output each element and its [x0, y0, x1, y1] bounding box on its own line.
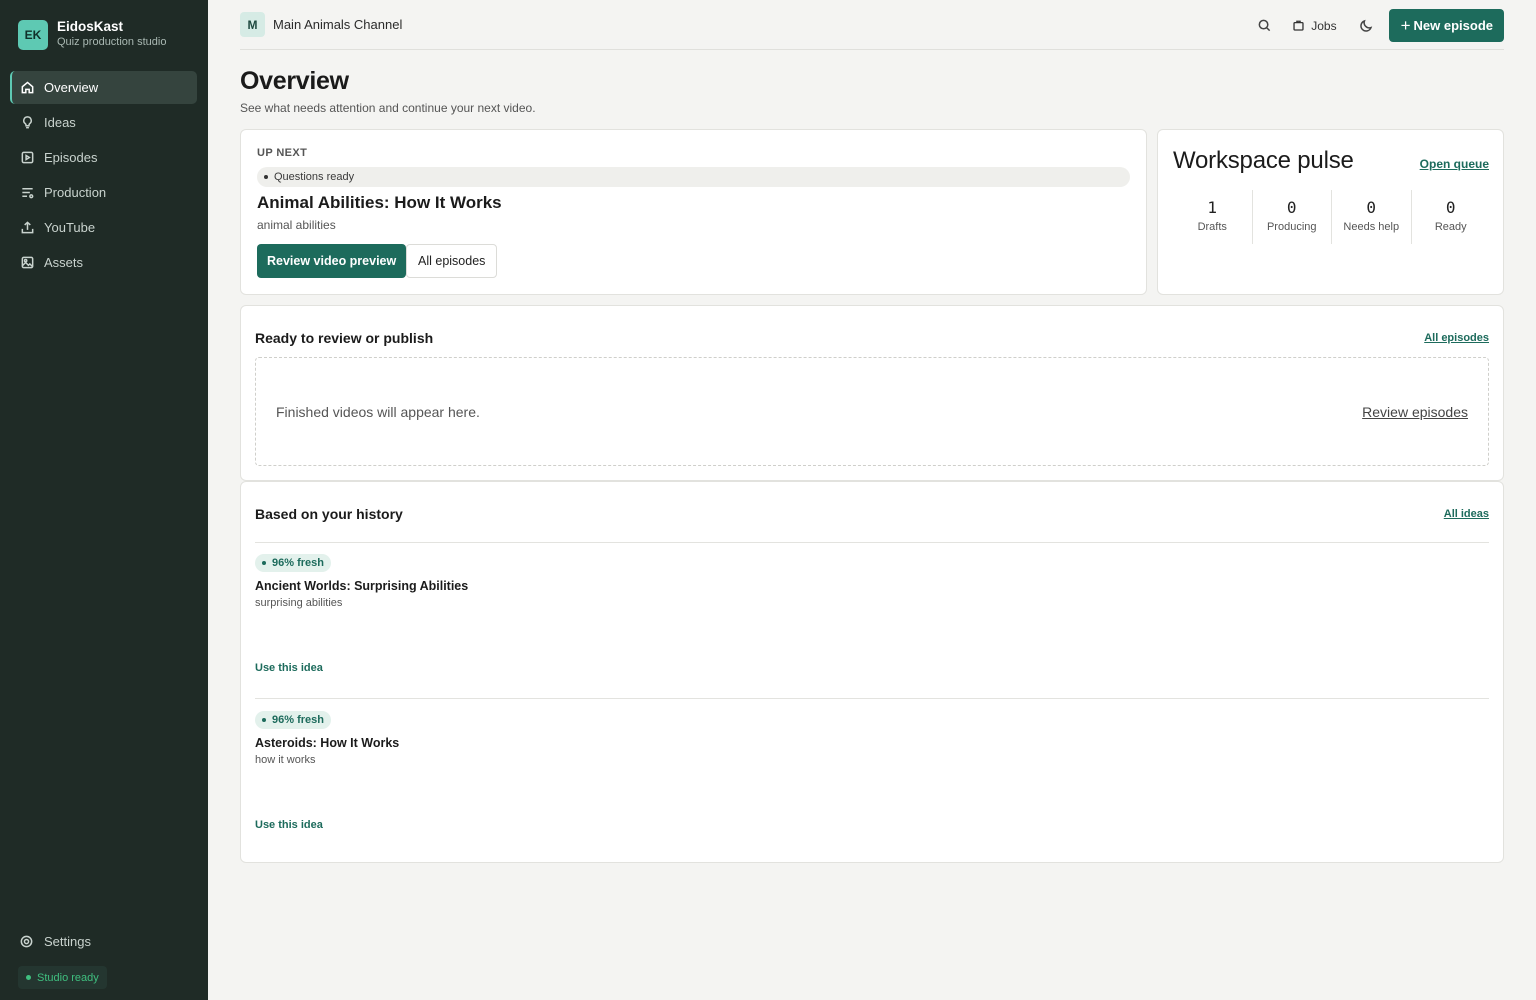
sidebar-item-production[interactable]: Production [10, 176, 197, 209]
fresh-badge: 96% fresh [255, 554, 331, 572]
gear-icon [20, 935, 33, 948]
fresh-badge: 96% fresh [255, 711, 331, 729]
list-icon [19, 185, 35, 201]
plus-icon: + [1400, 16, 1411, 35]
idea-item: 96% fresh Ancient Worlds: Surprising Abi… [255, 554, 1489, 704]
workspace-pulse-title: Workspace pulse [1173, 147, 1354, 174]
settings-label: Settings [44, 934, 91, 949]
fresh-label: 96% fresh [272, 557, 324, 569]
sidebar-item-overview[interactable]: Overview [10, 71, 197, 104]
up-next-title: Animal Abilities: How It Works [257, 193, 502, 212]
sidebar-item-label: YouTube [44, 220, 96, 235]
stat-value: 0 [1286, 198, 1297, 217]
sidebar-item-ideas[interactable]: Ideas [10, 106, 197, 139]
jobs-label: Jobs [1311, 18, 1337, 33]
divider [255, 542, 1489, 543]
sidebar: EK EidosKast Quiz production studio Over… [0, 0, 208, 1000]
review-video-preview-button[interactable]: Review video preview [257, 244, 407, 278]
pulse-stats: 1 Drafts 0 Producing 0 Needs help 0 Read… [1173, 190, 1490, 244]
channel-name: Main Animals Channel [273, 17, 403, 32]
stat-label: Needs help [1343, 221, 1400, 233]
play-square-icon [19, 150, 35, 166]
stat-value: 0 [1366, 198, 1377, 217]
idea-item: 96% fresh Asteroids: How It Works how it… [255, 711, 1489, 861]
fresh-dot-icon [262, 718, 266, 722]
sidebar-item-youtube[interactable]: YouTube [10, 211, 197, 244]
sidebar-item-label: Ideas [44, 115, 76, 130]
idea-topic: how it works [255, 754, 316, 766]
all-ideas-link[interactable]: All ideas [1444, 508, 1489, 520]
stat-label: Drafts [1197, 221, 1227, 233]
stat-value: 0 [1445, 198, 1456, 217]
studio-status-label: Studio ready [37, 971, 99, 984]
status-label: Questions ready [274, 171, 355, 183]
channel-avatar: M [240, 12, 265, 37]
sidebar-item-episodes[interactable]: Episodes [10, 141, 197, 174]
briefcase-icon [1293, 20, 1304, 31]
sidebar-item-assets[interactable]: Assets [10, 246, 197, 279]
studio-status-badge: Studio ready [18, 966, 107, 989]
stat-producing[interactable]: 0 Producing [1251, 190, 1332, 244]
lightbulb-icon [19, 115, 35, 131]
channel-switcher[interactable]: M Main Animals Channel [240, 12, 402, 37]
workspace-pulse-card: Workspace pulse Open queue 1 Drafts 0 Pr… [1157, 129, 1504, 295]
up-next-label: UP NEXT [257, 147, 308, 159]
brand-subtitle: Quiz production studio [57, 36, 167, 48]
history-ideas-card: Based on your history All ideas 96% fres… [240, 481, 1504, 863]
fresh-label: 96% fresh [272, 714, 324, 726]
stat-drafts[interactable]: 1 Drafts [1173, 190, 1252, 244]
ready-to-review-card: Ready to review or publish All episodes … [240, 305, 1504, 481]
idea-topic: surprising abilities [255, 597, 343, 609]
jobs-button[interactable]: Jobs [1292, 18, 1337, 33]
stat-ready[interactable]: 0 Ready [1410, 190, 1491, 244]
brand[interactable]: EK EidosKast Quiz production studio [18, 19, 166, 50]
history-section-title: Based on your history [255, 506, 403, 522]
brand-logo: EK [18, 19, 48, 50]
search-icon [1258, 19, 1270, 32]
idea-title: Asteroids: How It Works [255, 736, 400, 750]
up-next-topic: animal abilities [257, 218, 336, 232]
status-badge: Questions ready [257, 167, 1130, 187]
new-episode-button[interactable]: + New episode [1388, 9, 1504, 42]
empty-state-text: Finished videos will appear here. [276, 404, 480, 420]
home-icon [19, 80, 35, 96]
ready-section-title: Ready to review or publish [255, 330, 434, 346]
sidebar-item-label: Assets [44, 255, 84, 270]
page-subtitle: See what needs attention and continue yo… [240, 101, 536, 115]
status-dot-icon [264, 175, 268, 179]
sidebar-item-label: Production [44, 185, 107, 200]
sidebar-item-label: Episodes [44, 150, 98, 165]
sidebar-nav: Overview Ideas Episodes Production YouTu… [10, 71, 197, 281]
search-button[interactable] [1248, 10, 1280, 42]
page-title: Overview [240, 67, 349, 95]
stat-value: 1 [1207, 198, 1218, 217]
idea-title: Ancient Worlds: Surprising Abilities [255, 579, 469, 593]
stat-label: Producing [1266, 221, 1317, 233]
moon-icon [1360, 19, 1373, 32]
brand-name: EidosKast [57, 19, 124, 34]
divider [255, 698, 1489, 699]
up-next-card: UP NEXT Questions ready Animal Abilities… [240, 129, 1147, 295]
sidebar-item-label: Overview [44, 80, 99, 95]
empty-state: Finished videos will appear here. Review… [255, 357, 1489, 466]
sidebar-item-settings[interactable]: Settings [19, 934, 91, 949]
fresh-dot-icon [262, 561, 266, 565]
topbar: M Main Animals Channel Jobs + New episod… [240, 0, 1504, 50]
all-episodes-link[interactable]: All episodes [1424, 332, 1489, 344]
new-episode-label: New episode [1413, 18, 1493, 33]
upload-icon [19, 220, 35, 236]
status-dot-icon [26, 975, 31, 980]
stat-label: Ready [1434, 221, 1467, 233]
use-idea-link[interactable]: Use this idea [255, 819, 323, 831]
theme-toggle-button[interactable] [1351, 10, 1383, 42]
stat-needs-help[interactable]: 0 Needs help [1331, 190, 1411, 244]
open-queue-link[interactable]: Open queue [1420, 157, 1489, 171]
use-idea-link[interactable]: Use this idea [255, 662, 323, 674]
all-episodes-button[interactable]: All episodes [406, 244, 498, 278]
review-episodes-link[interactable]: Review episodes [1362, 404, 1468, 420]
image-icon [19, 255, 35, 271]
